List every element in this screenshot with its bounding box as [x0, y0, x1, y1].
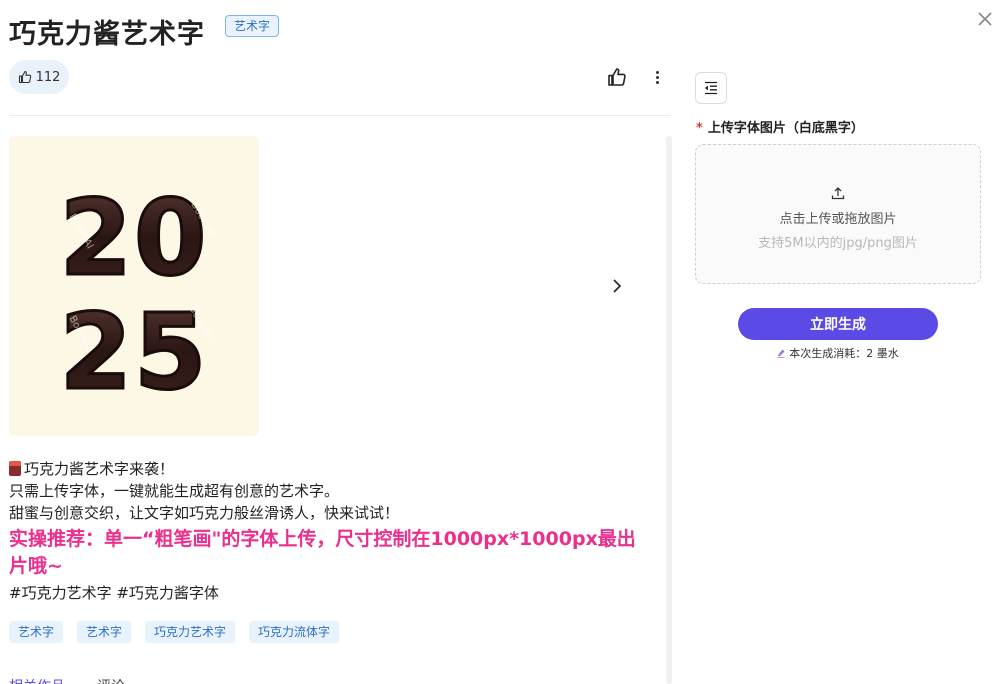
- tag-chip[interactable]: 艺术字: [77, 621, 132, 643]
- usage-tip: 实操推荐：单一“粗笔画"的字体上传，尺寸控制在1000px*1000px最出片哦…: [9, 528, 636, 577]
- next-image-button[interactable]: [606, 275, 628, 297]
- upload-instruction: 点击上传或拖放图片: [779, 212, 897, 227]
- like-count: 112: [35, 69, 61, 85]
- upload-field-label: * 上传字体图片（白底黑字）: [696, 121, 864, 136]
- tab-comments[interactable]: 评论: [97, 676, 125, 684]
- upload-icon: [831, 187, 845, 200]
- hashtags: #巧克力艺术字 #巧克力酱字体: [9, 584, 219, 602]
- close-button[interactable]: [974, 8, 996, 30]
- tag-chip[interactable]: 巧克力流体字: [249, 621, 340, 643]
- collapse-panel-button[interactable]: [695, 72, 727, 104]
- outdent-icon: [705, 81, 717, 95]
- divider: [9, 115, 671, 116]
- category-badge: 艺术字: [225, 15, 280, 37]
- page-title: 巧克力酱艺术字: [9, 19, 205, 50]
- ink-icon: [777, 349, 785, 358]
- artwork-preview-image[interactable]: 20 25 BoomAI BoomAI BoomAI BoomAI: [9, 136, 259, 436]
- generation-cost: 本次生成消耗：2 墨水: [738, 345, 938, 361]
- description-line: 巧克力酱艺术字来袭！: [24, 460, 175, 478]
- upload-hint: 支持5M以内的jpg/png图片: [758, 236, 918, 251]
- image-upload-dropzone[interactable]: 点击上传或拖放图片 支持5M以内的jpg/png图片: [695, 144, 981, 284]
- tag-list: 艺术字 艺术字 巧克力艺术字 巧克力流体字: [9, 621, 340, 643]
- more-vertical-icon: [655, 70, 659, 74]
- chocolate-2025-artwork: 20 25 BoomAI BoomAI BoomAI BoomAI: [58, 176, 217, 415]
- close-icon: [978, 12, 992, 26]
- scrollbar[interactable]: [666, 136, 672, 684]
- thumb-up-icon: [608, 68, 626, 86]
- like-button[interactable]: [606, 66, 628, 88]
- chocolate-bar-icon: [9, 461, 21, 476]
- like-count-button[interactable]: 112: [9, 60, 69, 94]
- more-options-button[interactable]: [648, 66, 666, 88]
- generate-button[interactable]: 立即生成: [738, 308, 938, 340]
- chevron-right-icon: [613, 279, 622, 293]
- description: 巧克力酱艺术字来袭！ 只需上传字体，一键就能生成超有创意的艺术字。 甜蜜与创意交…: [9, 458, 659, 604]
- description-line: 甜蜜与创意交织，让文字如巧克力般丝滑诱人，快来试试！: [9, 504, 400, 522]
- required-mark: *: [696, 121, 703, 136]
- tag-chip[interactable]: 巧克力艺术字: [145, 621, 236, 643]
- tab-related-works[interactable]: 相关作品: [9, 676, 65, 684]
- artwork-numbers-bottom: 25: [60, 291, 209, 413]
- thumb-up-icon: [18, 70, 31, 84]
- tag-chip[interactable]: 艺术字: [9, 621, 64, 643]
- description-line: 只需上传字体，一键就能生成超有创意的艺术字。: [9, 482, 340, 500]
- bottom-tabs: 相关作品 评论: [9, 676, 125, 684]
